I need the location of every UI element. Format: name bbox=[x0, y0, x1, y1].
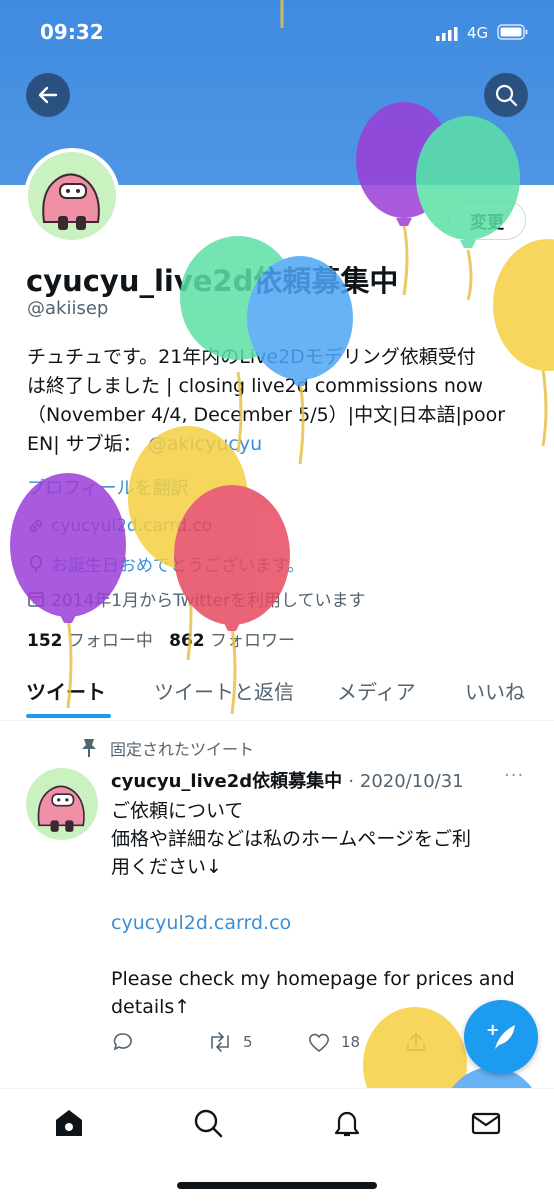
display-name: cyucyu_live2d依頼募集中 bbox=[26, 264, 399, 298]
bio-line: は終了しました | closing live2d commissions now bbox=[27, 375, 484, 397]
birthday-row: お誕生日おめでとうございます。 bbox=[27, 551, 304, 576]
tweet-text: ご依頼について 価格や詳細などは私のホームページをご利 用ください↓ cyucy… bbox=[111, 797, 531, 1021]
tweet-line: 価格や詳細などは私のホームページをご利 bbox=[111, 828, 472, 850]
following-link[interactable]: 152 フォロー中 bbox=[27, 631, 153, 651]
status-time: 09:32 bbox=[40, 20, 104, 44]
reply-button[interactable] bbox=[112, 1031, 134, 1053]
bell-icon[interactable] bbox=[331, 1107, 363, 1139]
like-count: 18 bbox=[341, 1033, 361, 1051]
tweet-author[interactable]: cyucyu_live2d依頼募集中 · 2020/10/31 bbox=[111, 767, 464, 793]
pinned-label-row: 固定されたツイート bbox=[80, 736, 254, 760]
follow-counts: 152 フォロー中 862 フォロワー bbox=[27, 626, 295, 651]
share-button[interactable] bbox=[405, 1031, 427, 1053]
translate-profile-link[interactable]: プロフィールを翻訳 bbox=[27, 474, 189, 500]
link-icon bbox=[29, 519, 43, 533]
retweet-icon bbox=[211, 1032, 229, 1052]
retweet-count: 5 bbox=[243, 1033, 253, 1051]
profile-bio: チュチュです。21年内のLive2Dモデリング依頼受付 は終了しました | cl… bbox=[27, 343, 537, 459]
like-button[interactable]: 18 bbox=[307, 1031, 360, 1053]
profile-tabs: ツイート ツイートと返信 メディア いいね bbox=[0, 668, 554, 721]
pink-character-icon bbox=[37, 785, 85, 832]
calendar-icon bbox=[28, 591, 44, 607]
tweet-line: Please check my homepage for prices and bbox=[111, 968, 515, 990]
pink-character-icon bbox=[42, 173, 100, 230]
home-indicator bbox=[177, 1182, 377, 1189]
bio-line: （November 4/4, December 5/5）|中文|日本語|poor bbox=[27, 404, 506, 426]
tweet-line: 用ください↓ bbox=[111, 856, 222, 878]
edit-profile-button[interactable]: 変更 bbox=[448, 200, 526, 240]
joined-row: 2014年1月からTwitterを利用しています bbox=[27, 586, 366, 611]
tweet-date[interactable]: · 2020/10/31 bbox=[348, 771, 463, 792]
bio-line: EN| サブ垢： bbox=[27, 433, 142, 455]
arrow-left-icon bbox=[38, 86, 58, 104]
tab-tweets[interactable]: ツイート bbox=[26, 676, 106, 705]
retweet-button[interactable]: 5 bbox=[207, 1031, 253, 1053]
user-handle: @akiisep bbox=[27, 298, 109, 319]
tab-tweets-replies[interactable]: ツイートと返信 bbox=[154, 676, 294, 705]
network-type: 4G bbox=[467, 24, 489, 42]
active-tab-indicator bbox=[26, 714, 111, 718]
search-icon[interactable] bbox=[192, 1107, 224, 1139]
pinned-label: 固定されたツイート bbox=[110, 740, 255, 759]
svg-text:+: + bbox=[486, 1020, 499, 1039]
joined-text: 2014年1月からTwitterを利用しています bbox=[51, 591, 366, 611]
heart-icon bbox=[308, 1033, 330, 1053]
signal-icon bbox=[436, 26, 458, 45]
tab-likes[interactable]: いいね bbox=[465, 676, 525, 705]
pin-icon bbox=[82, 739, 96, 757]
search-button[interactable] bbox=[484, 73, 528, 117]
tab-media[interactable]: メディア bbox=[337, 676, 416, 705]
tweet-link[interactable]: cyucyul2d.carrd.co bbox=[111, 909, 531, 937]
website-row: cyucyul2d.carrd.co bbox=[27, 516, 212, 536]
profile-avatar[interactable] bbox=[24, 148, 120, 244]
home-icon[interactable] bbox=[53, 1107, 85, 1139]
reply-icon bbox=[113, 1033, 132, 1051]
feather-plus-icon: + bbox=[486, 1020, 515, 1049]
sub-account-link[interactable]: @akicyucyu bbox=[148, 433, 262, 455]
birthday-text: お誕生日おめでとうございます。 bbox=[51, 556, 305, 576]
bio-line: チュチュです。21年内のLive2Dモデリング依頼受付 bbox=[27, 346, 476, 368]
back-button[interactable] bbox=[26, 73, 70, 117]
more-options-button[interactable]: ··· bbox=[504, 765, 524, 786]
followers-link[interactable]: 862 フォロワー bbox=[169, 631, 295, 651]
tweet-line: details↑ bbox=[111, 996, 191, 1018]
website-link[interactable]: cyucyul2d.carrd.co bbox=[51, 516, 212, 536]
search-icon bbox=[495, 84, 518, 107]
battery-icon bbox=[497, 24, 529, 44]
share-icon bbox=[407, 1032, 425, 1051]
mail-icon[interactable] bbox=[470, 1107, 502, 1139]
compose-tweet-button[interactable]: + bbox=[464, 1000, 538, 1074]
balloon-icon bbox=[30, 554, 42, 572]
tweet-avatar[interactable] bbox=[26, 768, 98, 840]
tweet-line: ご依頼について bbox=[111, 800, 244, 822]
